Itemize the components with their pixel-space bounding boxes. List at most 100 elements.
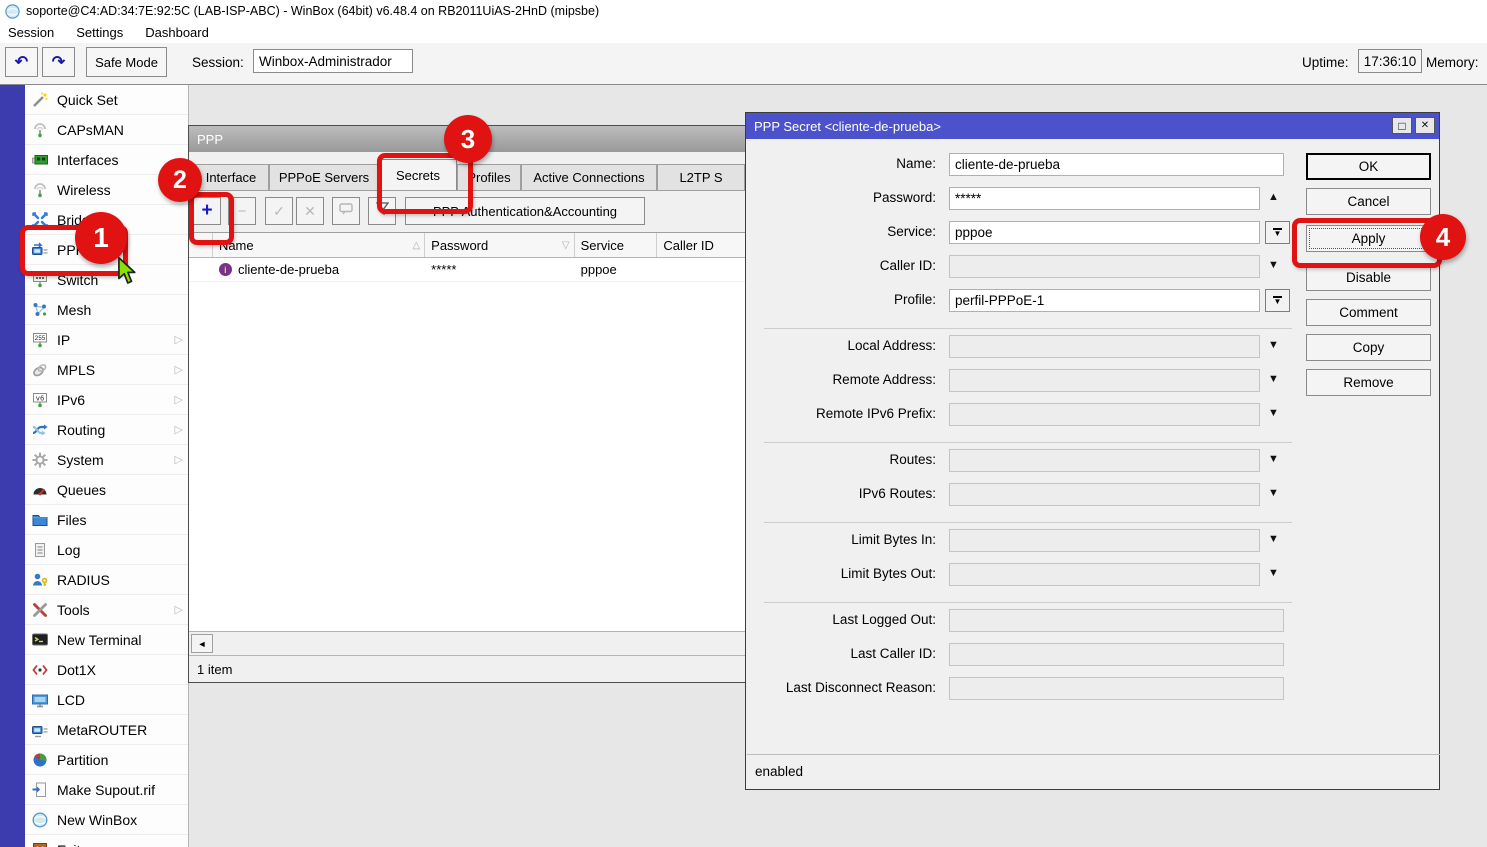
caller-id-input[interactable] (949, 255, 1260, 278)
tab-pppoe-servers[interactable]: PPPoE Servers (269, 164, 379, 190)
sidebar-item-ip[interactable]: 255IP▷ (25, 325, 188, 355)
redo-button[interactable]: ↷ (42, 47, 75, 77)
column-header-password[interactable]: Password▽ (425, 233, 574, 257)
sidebar-item-lcd[interactable]: LCD (25, 685, 188, 715)
sidebar-item-ipv6[interactable]: v6IPv6▷ (25, 385, 188, 415)
service-dropdown-button[interactable]: ▼ (1265, 221, 1290, 244)
sidebar-item-new-winbox[interactable]: New WinBox (25, 805, 188, 835)
svg-text:255: 255 (35, 335, 46, 342)
tab-interface[interactable]: Interface (193, 164, 269, 190)
dropdown-arrow-icon[interactable]: ▼ (1268, 373, 1279, 385)
cross-icon: ✕ (304, 203, 316, 220)
limit-bytes-in-input[interactable] (949, 529, 1260, 552)
sidebar-item-make-supout[interactable]: Make Supout.rif (25, 775, 188, 805)
password-input[interactable]: ***** (949, 187, 1260, 210)
cancel-button[interactable]: Cancel (1306, 188, 1431, 215)
annotation-box-secrets (377, 153, 473, 214)
secret-caller-id (657, 258, 747, 281)
session-input[interactable]: Winbox-Administrador (253, 49, 413, 73)
last-caller-id-input (949, 643, 1284, 666)
close-button[interactable]: ✕ (1415, 117, 1435, 134)
antenna-icon (30, 121, 50, 139)
tab-active-connections[interactable]: Active Connections (521, 164, 657, 190)
field-row-last-caller-id: Last Caller ID: (754, 643, 1424, 667)
sidebar-item-queues[interactable]: Queues (25, 475, 188, 505)
sidebar-item-mesh[interactable]: Mesh (25, 295, 188, 325)
local-address-input[interactable] (949, 335, 1260, 358)
pie-chart-icon (30, 751, 50, 769)
sidebar-item-exit[interactable]: Exit (25, 835, 188, 847)
menu-dashboard[interactable]: Dashboard (145, 25, 209, 40)
sidebar-item-routing[interactable]: Routing▷ (25, 415, 188, 445)
dropdown-arrow-icon[interactable]: ▼ (1268, 567, 1279, 579)
close-icon: ✕ (1421, 120, 1429, 131)
field-row-limit-bytes-out: Limit Bytes Out: ▼ (754, 563, 1424, 587)
sidebar-item-capsman[interactable]: CAPsMAN (25, 115, 188, 145)
profile-dropdown-button[interactable]: ▼ (1265, 289, 1290, 312)
folder-icon (30, 511, 50, 529)
last-disconnect-reason-input (949, 677, 1284, 700)
comment-icon (339, 202, 353, 220)
disable-button[interactable]: Disable (1306, 264, 1431, 291)
dropdown-arrow-icon[interactable]: ▼ (1268, 407, 1279, 419)
tab-l2tp-secrets[interactable]: L2TP S (657, 164, 745, 190)
sidebar-item-log[interactable]: Log (25, 535, 188, 565)
column-header-caller-id[interactable]: Caller ID (657, 233, 747, 257)
uptime-label: Uptime: (1302, 55, 1349, 70)
maximize-button[interactable]: □ (1392, 117, 1412, 134)
sidebar-item-system[interactable]: System▷ (25, 445, 188, 475)
comment-button[interactable]: Comment (1306, 299, 1431, 326)
remote-ipv6-prefix-input[interactable] (949, 403, 1260, 426)
routes-input[interactable] (949, 449, 1260, 472)
field-row-limit-bytes-in: Limit Bytes In: ▼ (754, 529, 1424, 553)
gauge-icon (30, 481, 50, 499)
remove-button[interactable]: Remove (1306, 369, 1431, 396)
ok-button[interactable]: OK (1306, 153, 1431, 180)
column-header-service[interactable]: Service (575, 233, 658, 257)
maximize-icon: □ (1398, 119, 1405, 133)
limit-bytes-out-input[interactable] (949, 563, 1260, 586)
sidebar-item-partition[interactable]: Partition (25, 745, 188, 775)
name-input[interactable]: cliente-de-prueba (949, 153, 1284, 176)
dropdown-arrow-icon[interactable]: ▼ (1268, 259, 1279, 271)
safe-mode-button[interactable]: Safe Mode (86, 47, 167, 77)
table-row[interactable]: icliente-de-prueba ***** pppoe (189, 258, 747, 282)
disable-button[interactable]: ✕ (296, 197, 324, 225)
sidebar-item-mpls[interactable]: MPLS▷ (25, 355, 188, 385)
service-input[interactable]: pppoe (949, 221, 1260, 244)
secrets-table: Name△ Password▽ Service Caller ID iclien… (189, 232, 747, 632)
scroll-left-button[interactable]: ◄ (191, 634, 213, 653)
mesh-icon (30, 301, 50, 319)
dialog-title: PPP Secret <cliente-de-prueba> (754, 119, 941, 134)
gear-icon (30, 451, 50, 469)
terminal-icon (30, 631, 50, 649)
sidebar-item-files[interactable]: Files (25, 505, 188, 535)
sidebar-item-radius[interactable]: RADIUS (25, 565, 188, 595)
undo-button[interactable]: ↶ (5, 47, 38, 77)
ipv6-routes-input[interactable] (949, 483, 1260, 506)
profile-input[interactable]: perfil-PPPoE-1 (949, 289, 1260, 312)
remote-address-input[interactable] (949, 369, 1260, 392)
sidebar-item-quick-set[interactable]: Quick Set (25, 85, 188, 115)
menu-settings[interactable]: Settings (76, 25, 123, 40)
dropdown-arrow-icon[interactable]: ▼ (1268, 453, 1279, 465)
collapse-arrow-icon[interactable]: ▲ (1268, 191, 1279, 203)
annotation-box-add (189, 192, 234, 245)
sidebar-item-dot1x[interactable]: Dot1X (25, 655, 188, 685)
sidebar-item-metarouter[interactable]: MetaROUTER (25, 715, 188, 745)
copy-button[interactable]: Copy (1306, 334, 1431, 361)
enable-button[interactable]: ✓ (265, 197, 293, 225)
menu-session[interactable]: Session (8, 25, 54, 40)
dropdown-arrow-icon[interactable]: ▼ (1268, 533, 1279, 545)
dropdown-arrow-icon[interactable]: ▼ (1268, 339, 1279, 351)
comment-button[interactable] (332, 197, 360, 225)
separator (764, 602, 1292, 603)
dropdown-icon: ▼ (1274, 230, 1282, 238)
dialog-titlebar[interactable]: PPP Secret <cliente-de-prueba> (746, 113, 1439, 139)
sidebar-item-tools[interactable]: Tools▷ (25, 595, 188, 625)
horizontal-scrollbar[interactable]: ◄ (189, 631, 747, 656)
dropdown-arrow-icon[interactable]: ▼ (1268, 487, 1279, 499)
sidebar-item-new-terminal[interactable]: New Terminal (25, 625, 188, 655)
column-header-name[interactable]: Name△ (213, 233, 425, 257)
supout-document-icon (30, 781, 50, 799)
